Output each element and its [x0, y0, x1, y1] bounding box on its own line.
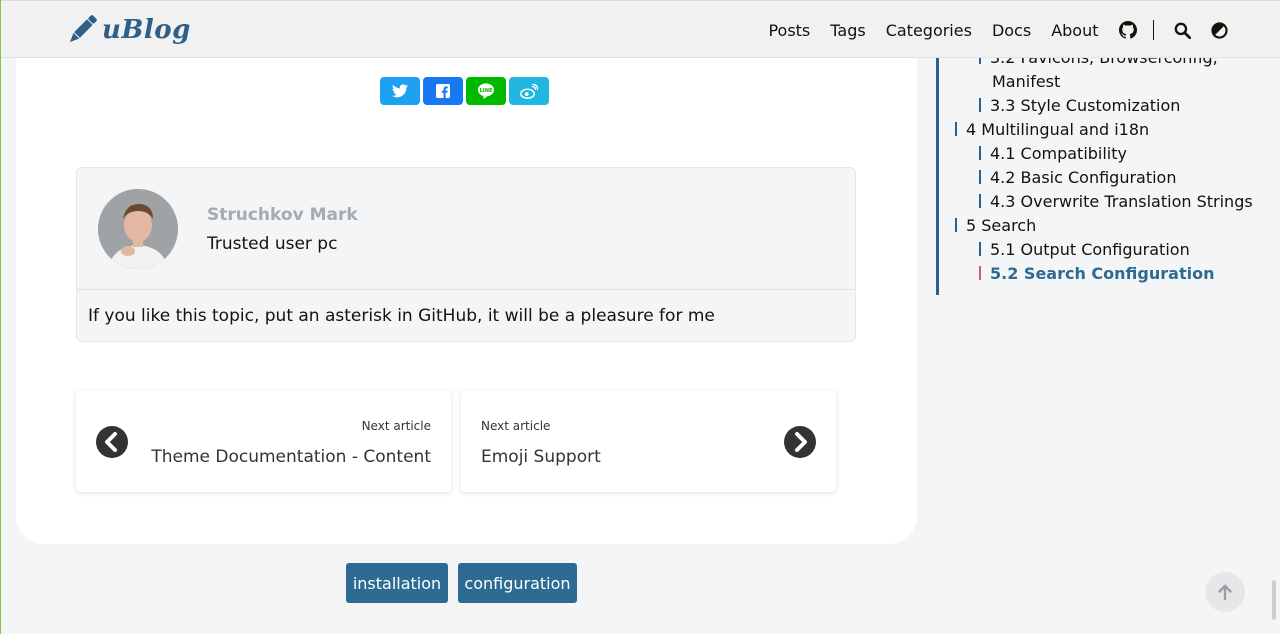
line-icon: LINE	[478, 83, 494, 99]
share-weibo-button[interactable]	[509, 77, 549, 105]
author-box: Struchkov Mark Trusted user pc If you li…	[76, 167, 856, 342]
author-name[interactable]: Struchkov Mark	[207, 205, 358, 225]
github-icon[interactable]	[1118, 21, 1137, 39]
toc-item[interactable]: 4.1 Compatibility	[979, 144, 1127, 163]
author-role: Trusted user pc	[207, 234, 338, 254]
toc-item-continuation[interactable]: Manifest	[992, 72, 1060, 91]
toc-item[interactable]: 4.2 Basic Configuration	[979, 168, 1176, 187]
toc-item[interactable]: 4 Multilingual and i18n	[955, 120, 1149, 139]
arrow-up-icon	[1218, 584, 1232, 600]
author-header: Struchkov Mark Trusted user pc	[77, 168, 855, 290]
share-buttons: LINE	[380, 77, 552, 105]
share-facebook-button[interactable]	[423, 77, 463, 105]
toc-item-active[interactable]: 5.2 Search Configuration	[979, 264, 1214, 283]
toc-item[interactable]: 5.1 Output Configuration	[979, 240, 1190, 259]
author-avatar	[98, 189, 178, 269]
search-icon[interactable]	[1174, 22, 1191, 39]
site-logo[interactable]: uBlog	[66, 14, 191, 46]
nav-tags[interactable]: Tags	[830, 21, 865, 40]
author-message: If you like this topic, put an asterisk …	[88, 306, 715, 326]
toc-item[interactable]: 5 Search	[955, 216, 1036, 235]
next-article-card[interactable]: Next article Emoji Support	[461, 391, 836, 492]
nav-docs[interactable]: Docs	[992, 21, 1031, 40]
prev-article-title[interactable]: Theme Documentation - Content	[151, 447, 431, 467]
nav-categories[interactable]: Categories	[886, 21, 972, 40]
tag-installation[interactable]: installation	[346, 563, 448, 603]
chevron-left-circle-icon	[96, 426, 128, 458]
share-twitter-button[interactable]	[380, 77, 420, 105]
site-header: uBlog Posts Tags Categories Docs About	[0, 0, 1280, 58]
share-line-button[interactable]: LINE	[466, 77, 506, 105]
table-of-contents: 3.2 Favicons, Browserconfig, Manifest 3.…	[936, 40, 1256, 295]
chevron-right-circle-icon	[784, 426, 816, 458]
prev-article-card[interactable]: Next article Theme Documentation - Conte…	[76, 391, 451, 492]
toc-item[interactable]: 4.3 Overwrite Translation Strings	[979, 192, 1253, 211]
logo-text: uBlog	[102, 15, 191, 45]
back-to-top-button[interactable]	[1205, 572, 1245, 612]
prev-article-label: Next article	[361, 419, 431, 433]
pencil-icon	[69, 15, 97, 43]
next-article-title[interactable]: Emoji Support	[481, 447, 601, 467]
window-edge	[0, 0, 1, 634]
next-article-label: Next article	[481, 419, 551, 433]
article-card: LINE Struchkov Mark Trusted user pc If y…	[16, 0, 917, 544]
nav-posts[interactable]: Posts	[768, 21, 810, 40]
theme-toggle-icon[interactable]	[1211, 21, 1228, 39]
toc-item[interactable]: 3.3 Style Customization	[979, 96, 1180, 115]
nav-about[interactable]: About	[1051, 21, 1098, 40]
nav-separator	[1152, 20, 1154, 40]
scrollbar-thumb[interactable]	[1272, 580, 1276, 620]
svg-text:LINE: LINE	[480, 88, 493, 94]
facebook-icon	[436, 84, 450, 98]
twitter-icon	[392, 84, 408, 98]
main-nav: Posts Tags Categories Docs About	[748, 1, 1228, 59]
weibo-icon	[520, 83, 538, 99]
page-scrollbar[interactable]	[1268, 0, 1280, 634]
tag-configuration[interactable]: configuration	[458, 563, 577, 603]
